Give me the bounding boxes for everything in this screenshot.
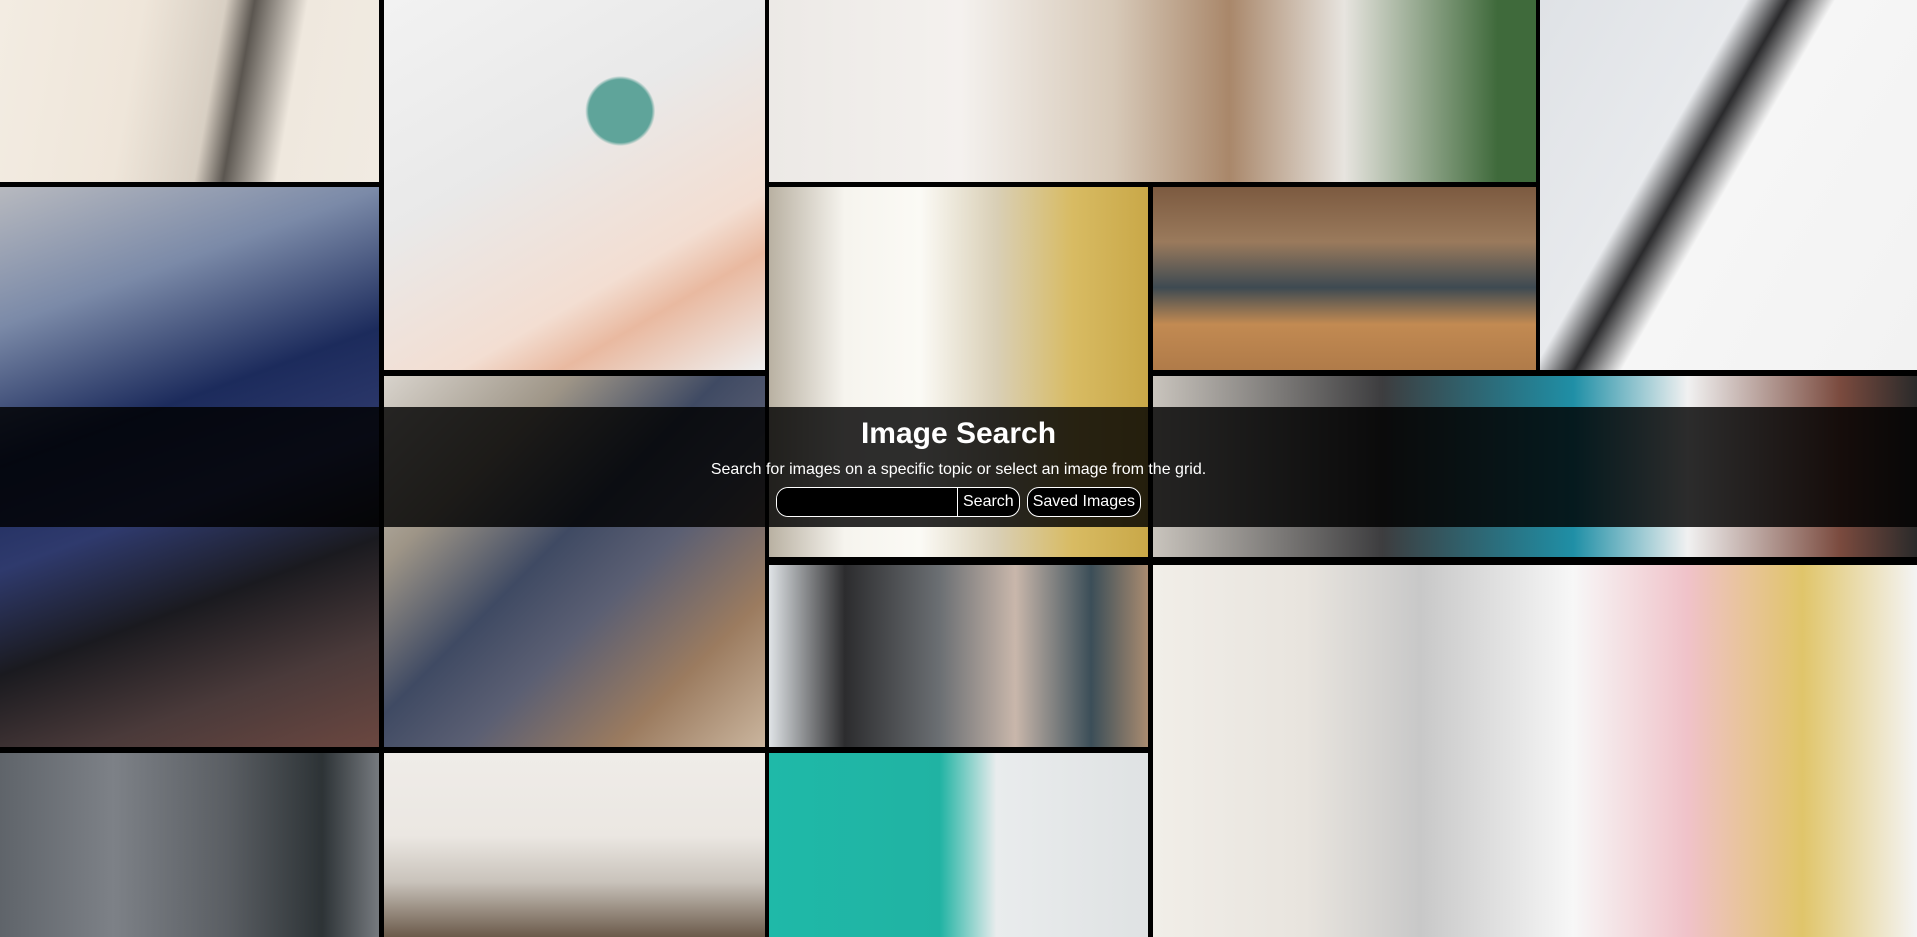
search-button[interactable]: Search: [957, 487, 1020, 517]
grid-image[interactable]: [1153, 565, 1917, 937]
grid-image[interactable]: [1153, 187, 1536, 370]
image-thumbnail: [769, 753, 1148, 937]
image-thumbnail: [1153, 565, 1917, 937]
search-input[interactable]: [777, 488, 957, 516]
grid-image[interactable]: [769, 0, 1536, 182]
grid-image[interactable]: [0, 0, 379, 182]
image-thumbnail: [1540, 0, 1917, 370]
grid-image[interactable]: [384, 0, 765, 370]
search-controls: Search Saved Images: [0, 487, 1917, 517]
grid-image[interactable]: [769, 565, 1148, 747]
image-thumbnail: [1153, 187, 1536, 370]
grid-image[interactable]: [1540, 0, 1917, 370]
image-thumbnail: [384, 0, 765, 370]
image-thumbnail: [769, 565, 1148, 747]
saved-images-button[interactable]: Saved Images: [1026, 487, 1141, 517]
grid-image[interactable]: [384, 753, 765, 937]
page-subtitle: Search for images on a specific topic or…: [710, 461, 1207, 478]
page-title: Image Search: [860, 417, 1057, 450]
image-thumbnail: [384, 753, 765, 937]
image-thumbnail: [0, 0, 379, 182]
grid-image[interactable]: [769, 753, 1148, 937]
search-panel: Image Search Search for images on a spec…: [0, 407, 1917, 527]
search-field: [776, 487, 957, 517]
image-thumbnail: [769, 0, 1536, 182]
grid-image[interactable]: [0, 753, 379, 937]
search-group: Search: [776, 487, 1020, 517]
image-thumbnail: [0, 753, 379, 937]
